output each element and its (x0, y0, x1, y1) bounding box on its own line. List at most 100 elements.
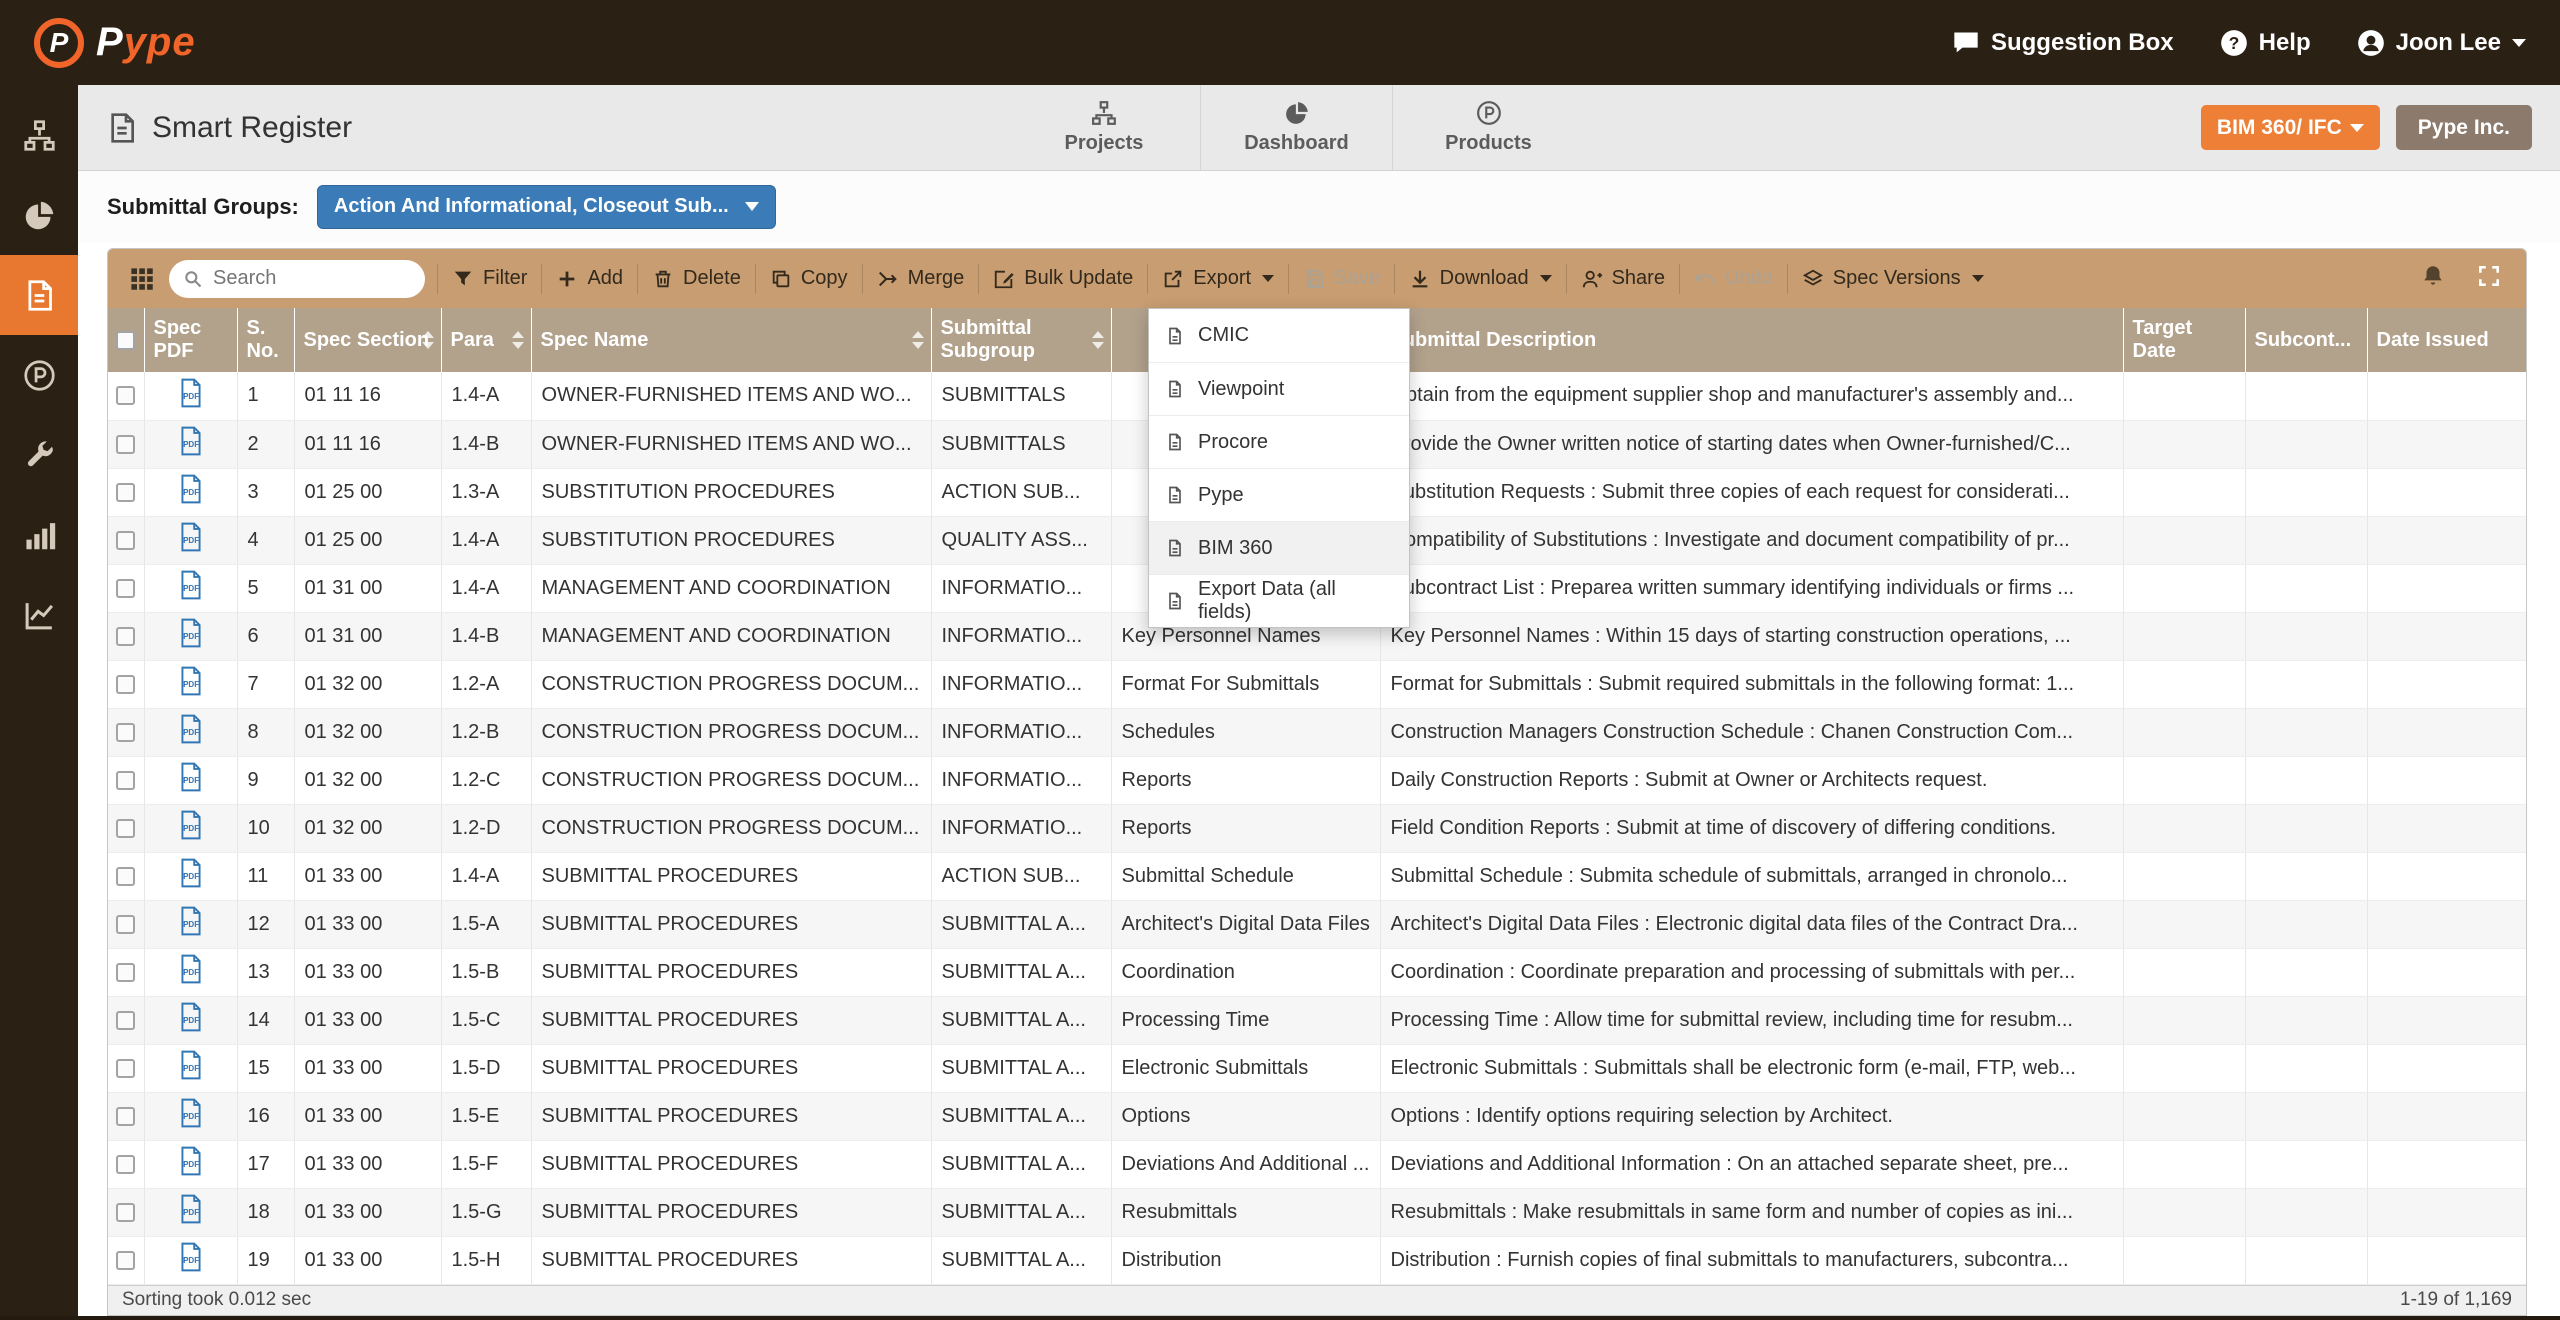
tab-products[interactable]: Products (1392, 85, 1584, 170)
target-date-cell[interactable] (2123, 612, 2245, 660)
org-button[interactable]: Pype Inc. (2396, 105, 2532, 150)
row-checkbox[interactable] (116, 819, 135, 838)
sidebar-item-projects[interactable] (0, 95, 78, 175)
pdf-icon[interactable]: PDF (178, 1242, 204, 1272)
bim360-ifc-button[interactable]: BIM 360/ IFC (2201, 105, 2380, 150)
subcontractor-cell[interactable] (2245, 1044, 2367, 1092)
date-issued-cell[interactable] (2367, 420, 2526, 468)
row-checkbox[interactable] (116, 435, 135, 454)
pdf-icon[interactable]: PDF (178, 906, 204, 936)
export-menu-item[interactable]: Procore (1149, 415, 1409, 468)
col-submittal-subgroup[interactable]: Submittal Subgroup (931, 308, 1111, 372)
row-checkbox[interactable] (116, 1155, 135, 1174)
col-subcontractor[interactable]: Subcont... (2245, 308, 2367, 372)
user-menu[interactable]: Joon Lee (2357, 29, 2526, 57)
subcontractor-cell[interactable] (2245, 564, 2367, 612)
date-issued-cell[interactable] (2367, 756, 2526, 804)
pdf-icon[interactable]: PDF (178, 810, 204, 840)
row-checkbox[interactable] (116, 1203, 135, 1222)
pdf-icon[interactable]: PDF (178, 570, 204, 600)
date-issued-cell[interactable] (2367, 852, 2526, 900)
target-date-cell[interactable] (2123, 372, 2245, 420)
subcontractor-cell[interactable] (2245, 1092, 2367, 1140)
row-checkbox[interactable] (116, 915, 135, 934)
pdf-icon[interactable]: PDF (178, 1146, 204, 1176)
target-date-cell[interactable] (2123, 996, 2245, 1044)
subcontractor-cell[interactable] (2245, 612, 2367, 660)
filter-button[interactable]: Filter (438, 259, 541, 299)
row-checkbox[interactable] (116, 675, 135, 694)
target-date-cell[interactable] (2123, 1044, 2245, 1092)
subcontractor-cell[interactable] (2245, 1188, 2367, 1236)
sort-icon[interactable] (422, 331, 434, 349)
sidebar-item-tools[interactable] (0, 415, 78, 495)
share-button[interactable]: Share (1567, 259, 1679, 299)
date-issued-cell[interactable] (2367, 1044, 2526, 1092)
spec-versions-button[interactable]: Spec Versions (1788, 259, 1998, 299)
subcontractor-cell[interactable] (2245, 804, 2367, 852)
date-issued-cell[interactable] (2367, 468, 2526, 516)
pdf-icon[interactable]: PDF (178, 474, 204, 504)
pdf-icon[interactable]: PDF (178, 1194, 204, 1224)
add-button[interactable]: Add (542, 259, 637, 299)
help-button[interactable]: ? Help (2220, 29, 2311, 57)
sidebar-item-analytics[interactable] (0, 495, 78, 575)
sort-icon[interactable] (512, 331, 524, 349)
pdf-icon[interactable]: PDF (178, 618, 204, 648)
subcontractor-cell[interactable] (2245, 1140, 2367, 1188)
subcontractor-cell[interactable] (2245, 1236, 2367, 1284)
export-button[interactable]: Export (1148, 259, 1288, 299)
target-date-cell[interactable] (2123, 1188, 2245, 1236)
tab-projects[interactable]: Projects (1008, 85, 1200, 170)
col-para[interactable]: Para (441, 308, 531, 372)
col-spec-pdf[interactable]: Spec PDF (144, 308, 237, 372)
subcontractor-cell[interactable] (2245, 516, 2367, 564)
pdf-icon[interactable]: PDF (178, 1098, 204, 1128)
row-checkbox[interactable] (116, 1059, 135, 1078)
row-checkbox[interactable] (116, 771, 135, 790)
target-date-cell[interactable] (2123, 468, 2245, 516)
row-checkbox[interactable] (116, 386, 135, 405)
fullscreen-button[interactable] (2476, 263, 2502, 294)
copy-button[interactable]: Copy (756, 259, 862, 299)
target-date-cell[interactable] (2123, 1140, 2245, 1188)
pdf-icon[interactable]: PDF (178, 666, 204, 696)
pdf-icon[interactable]: PDF (178, 858, 204, 888)
date-issued-cell[interactable] (2367, 1140, 2526, 1188)
date-issued-cell[interactable] (2367, 948, 2526, 996)
subcontractor-cell[interactable] (2245, 420, 2367, 468)
row-checkbox[interactable] (116, 963, 135, 982)
target-date-cell[interactable] (2123, 660, 2245, 708)
subcontractor-cell[interactable] (2245, 468, 2367, 516)
subcontractor-cell[interactable] (2245, 948, 2367, 996)
export-menu-item[interactable]: BIM 360 (1149, 521, 1409, 574)
row-checkbox[interactable] (116, 1011, 135, 1030)
row-checkbox[interactable] (116, 1251, 135, 1270)
target-date-cell[interactable] (2123, 420, 2245, 468)
col-s-no[interactable]: S. No. (237, 308, 294, 372)
date-issued-cell[interactable] (2367, 1236, 2526, 1284)
date-issued-cell[interactable] (2367, 1092, 2526, 1140)
pdf-icon[interactable]: PDF (178, 714, 204, 744)
row-checkbox[interactable] (116, 531, 135, 550)
pdf-icon[interactable]: PDF (178, 1050, 204, 1080)
bulk-update-button[interactable]: Bulk Update (979, 259, 1147, 299)
target-date-cell[interactable] (2123, 708, 2245, 756)
pdf-icon[interactable]: PDF (178, 762, 204, 792)
pype-logo[interactable]: P Pype (34, 18, 196, 68)
target-date-cell[interactable] (2123, 756, 2245, 804)
date-issued-cell[interactable] (2367, 996, 2526, 1044)
subcontractor-cell[interactable] (2245, 372, 2367, 420)
submittal-groups-dropdown[interactable]: Action And Informational, Closeout Sub..… (317, 185, 776, 229)
date-issued-cell[interactable] (2367, 612, 2526, 660)
subcontractor-cell[interactable] (2245, 852, 2367, 900)
subcontractor-cell[interactable] (2245, 660, 2367, 708)
download-button[interactable]: Download (1395, 259, 1566, 299)
select-all-checkbox[interactable] (116, 331, 135, 350)
date-issued-cell[interactable] (2367, 900, 2526, 948)
sidebar-item-products[interactable] (0, 335, 78, 415)
save-button[interactable]: Save (1289, 259, 1394, 299)
target-date-cell[interactable] (2123, 1236, 2245, 1284)
search-input[interactable] (211, 266, 411, 291)
tab-dashboard[interactable]: Dashboard (1200, 85, 1392, 170)
